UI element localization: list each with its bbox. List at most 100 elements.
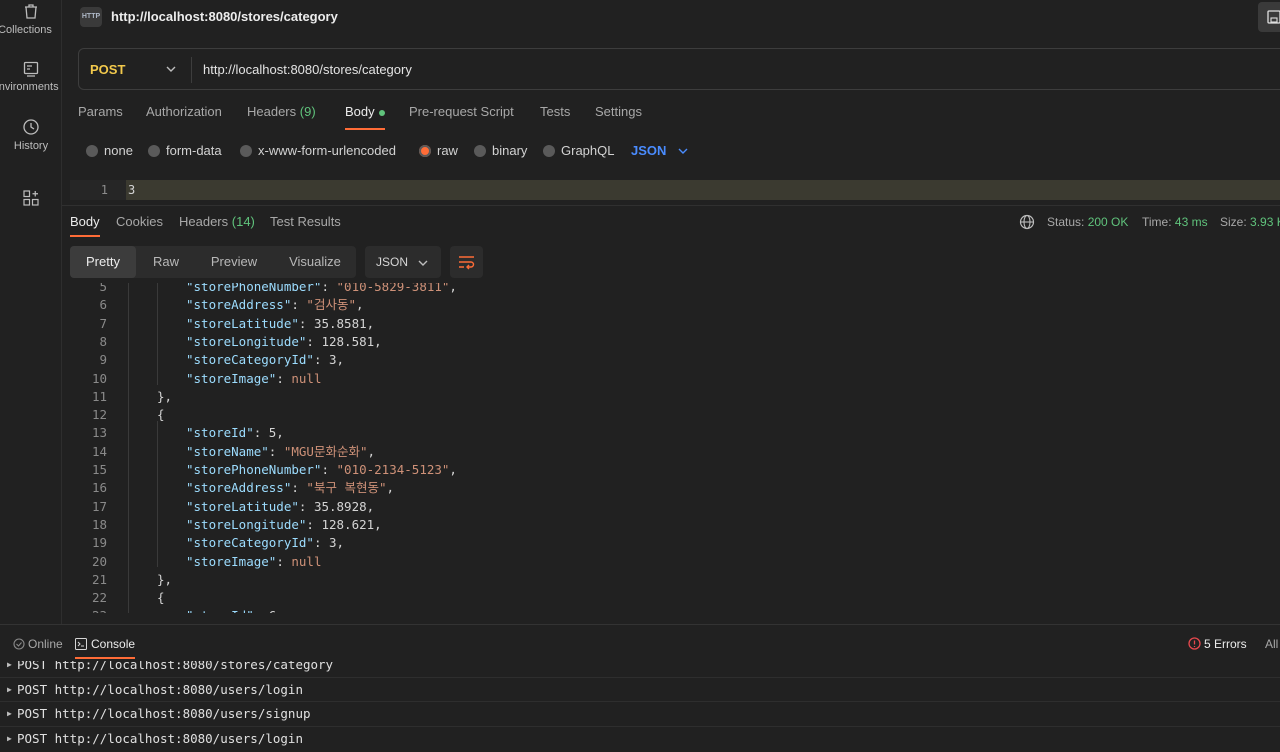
error-count[interactable]: 5 Errors bbox=[1188, 637, 1247, 651]
radio-circle bbox=[240, 145, 252, 157]
tab-authorization[interactable]: Authorization bbox=[146, 104, 222, 119]
console-label: Console bbox=[91, 637, 136, 651]
code-text: "storeName": "MGU문화순화", bbox=[186, 443, 376, 459]
console-log-row[interactable]: ▶ POST http://localhost:8080/stores/categ… bbox=[0, 661, 1280, 676]
save-icon bbox=[1267, 10, 1280, 24]
view-pretty[interactable]: Pretty bbox=[70, 246, 136, 278]
code-text: "storeLongitude": 128.581, bbox=[186, 333, 382, 349]
radio-none[interactable]: none bbox=[86, 143, 133, 158]
code-text: }, bbox=[157, 388, 173, 404]
code-text: { bbox=[157, 407, 165, 423]
history-icon bbox=[23, 119, 39, 135]
line-number: 18 bbox=[91, 516, 107, 532]
code-line: 17 "storeLatitude": 35.8928, bbox=[62, 498, 1280, 516]
request-tab-header: HTTP http://localhost:8080/stores/catego… bbox=[62, 0, 1280, 34]
chevron-down-icon[interactable] bbox=[165, 63, 177, 75]
view-visualize[interactable]: Visualize bbox=[276, 246, 354, 278]
body-format-select[interactable]: JSON bbox=[631, 143, 666, 158]
line-number: 20 bbox=[91, 553, 107, 569]
expand-triangle-icon[interactable]: ▶ bbox=[7, 661, 12, 677]
console-log-row[interactable]: ▶ POST http://localhost:8080/users/login bbox=[0, 676, 1280, 702]
method-select[interactable]: POST bbox=[90, 62, 125, 77]
tab-label: Pre-request Script bbox=[409, 104, 514, 119]
tab-headers[interactable]: Headers (9) bbox=[247, 104, 316, 119]
environment-icon bbox=[23, 61, 39, 77]
tab-tests[interactable]: Tests bbox=[540, 104, 570, 119]
console-toggle[interactable]: Console bbox=[75, 637, 136, 659]
add-workspace-icon bbox=[23, 190, 39, 206]
tab-params[interactable]: Params bbox=[78, 104, 123, 119]
response-format-select[interactable]: JSON bbox=[365, 246, 441, 278]
log-text: POST http://localhost:8080/users/login bbox=[17, 730, 303, 746]
chevron-down-icon[interactable] bbox=[677, 145, 689, 157]
tab-body[interactable]: Body bbox=[345, 104, 385, 130]
expand-triangle-icon[interactable]: ▶ bbox=[7, 727, 12, 751]
radio-label: raw bbox=[437, 143, 458, 158]
code-line: 12 { bbox=[62, 406, 1280, 424]
log-level-filter[interactable]: All bbox=[1265, 637, 1278, 651]
code-text: }, bbox=[157, 571, 173, 587]
sidebar-item-history[interactable]: History bbox=[0, 118, 62, 152]
code-text: "storeLatitude": 35.8581, bbox=[186, 315, 375, 331]
response-body-code[interactable]: 5 "storePhoneNumber": "010-5829-3811", 6 "s… bbox=[62, 283, 1280, 613]
radio-label: binary bbox=[492, 143, 528, 158]
online-status[interactable]: Online bbox=[13, 637, 63, 651]
console-log: ▶ POST http://localhost:8080/stores/categ… bbox=[0, 661, 1280, 752]
body-editor-text[interactable]: 3 bbox=[128, 180, 135, 200]
globe-icon[interactable] bbox=[1019, 214, 1035, 230]
view-raw[interactable]: Raw bbox=[140, 246, 192, 278]
response-tab-headers[interactable]: Headers (14) bbox=[179, 214, 255, 229]
radio-label: x-www-form-urlencoded bbox=[258, 143, 396, 158]
tab-settings[interactable]: Settings bbox=[595, 104, 642, 119]
expand-triangle-icon[interactable]: ▶ bbox=[7, 702, 12, 726]
code-line: 11}, bbox=[62, 388, 1280, 406]
code-text: "storeCategoryId": 3, bbox=[186, 535, 345, 551]
console-log-row[interactable]: ▶ POST http://localhost:8080/users/signup bbox=[0, 701, 1280, 725]
code-line: 22 { bbox=[62, 589, 1280, 607]
sidebar-item-workspace[interactable] bbox=[0, 190, 62, 210]
radio-circle bbox=[543, 145, 555, 157]
code-line: 6 "storeAddress": "검사동", bbox=[62, 296, 1280, 314]
expand-triangle-icon[interactable]: ▶ bbox=[7, 678, 12, 702]
radio-binary[interactable]: binary bbox=[474, 143, 527, 158]
line-number: 6 bbox=[99, 297, 107, 313]
code-text: "storeImage": null bbox=[186, 370, 322, 386]
log-text: POST http://localhost:8080/users/login bbox=[17, 681, 303, 697]
radio-label: none bbox=[104, 143, 133, 158]
line-number: 11 bbox=[91, 388, 107, 404]
body-editor[interactable] bbox=[70, 180, 1280, 200]
status-bar: Online Console 5 Errors All bbox=[0, 625, 1280, 661]
code-text: "storeId": 6, bbox=[186, 607, 284, 613]
log-text: POST http://localhost:8080/stores/catego… bbox=[17, 661, 334, 672]
request-tab-title[interactable]: http://localhost:8080/stores/category bbox=[111, 9, 338, 24]
line-number: 13 bbox=[91, 425, 107, 441]
radio-x-www-form-urlencoded[interactable]: x-www-form-urlencoded bbox=[240, 143, 396, 158]
check-circle-icon bbox=[13, 638, 25, 650]
code-line: 10 "storeImage": null bbox=[62, 370, 1280, 388]
line-number: 15 bbox=[91, 462, 107, 477]
radio-form-data[interactable]: form-data bbox=[148, 143, 222, 158]
tab-pre-request-script[interactable]: Pre-request Script bbox=[409, 104, 514, 119]
sidebar-item-collections[interactable]: Collections bbox=[0, 4, 62, 36]
error-icon bbox=[1188, 637, 1201, 650]
code-line: 7 "storeLatitude": 35.8581, bbox=[62, 315, 1280, 333]
code-line: 21}, bbox=[62, 571, 1280, 589]
status-label: Status: bbox=[1047, 215, 1085, 229]
response-tab-test-results[interactable]: Test Results bbox=[270, 214, 341, 229]
sidebar-item-environments[interactable]: Environments bbox=[0, 61, 62, 93]
url-input[interactable]: http://localhost:8080/stores/category bbox=[203, 62, 412, 77]
divider bbox=[191, 57, 192, 83]
response-tab-body[interactable]: Body bbox=[70, 214, 100, 237]
radio-graphql[interactable]: GraphQL bbox=[543, 143, 614, 158]
errors-label: 5 Errors bbox=[1204, 637, 1247, 651]
console-log-row[interactable]: ▶ POST http://localhost:8080/users/login bbox=[0, 725, 1280, 751]
wrap-lines-button[interactable] bbox=[450, 246, 483, 278]
view-preview[interactable]: Preview bbox=[196, 246, 272, 278]
format-label: JSON bbox=[376, 255, 409, 269]
line-number: 16 bbox=[91, 480, 107, 496]
radio-raw[interactable]: raw bbox=[419, 143, 458, 158]
response-tab-cookies[interactable]: Cookies bbox=[116, 214, 163, 229]
save-button[interactable] bbox=[1258, 2, 1280, 32]
line-number: 10 bbox=[91, 370, 107, 386]
sidebar-item-label: History bbox=[13, 140, 49, 152]
